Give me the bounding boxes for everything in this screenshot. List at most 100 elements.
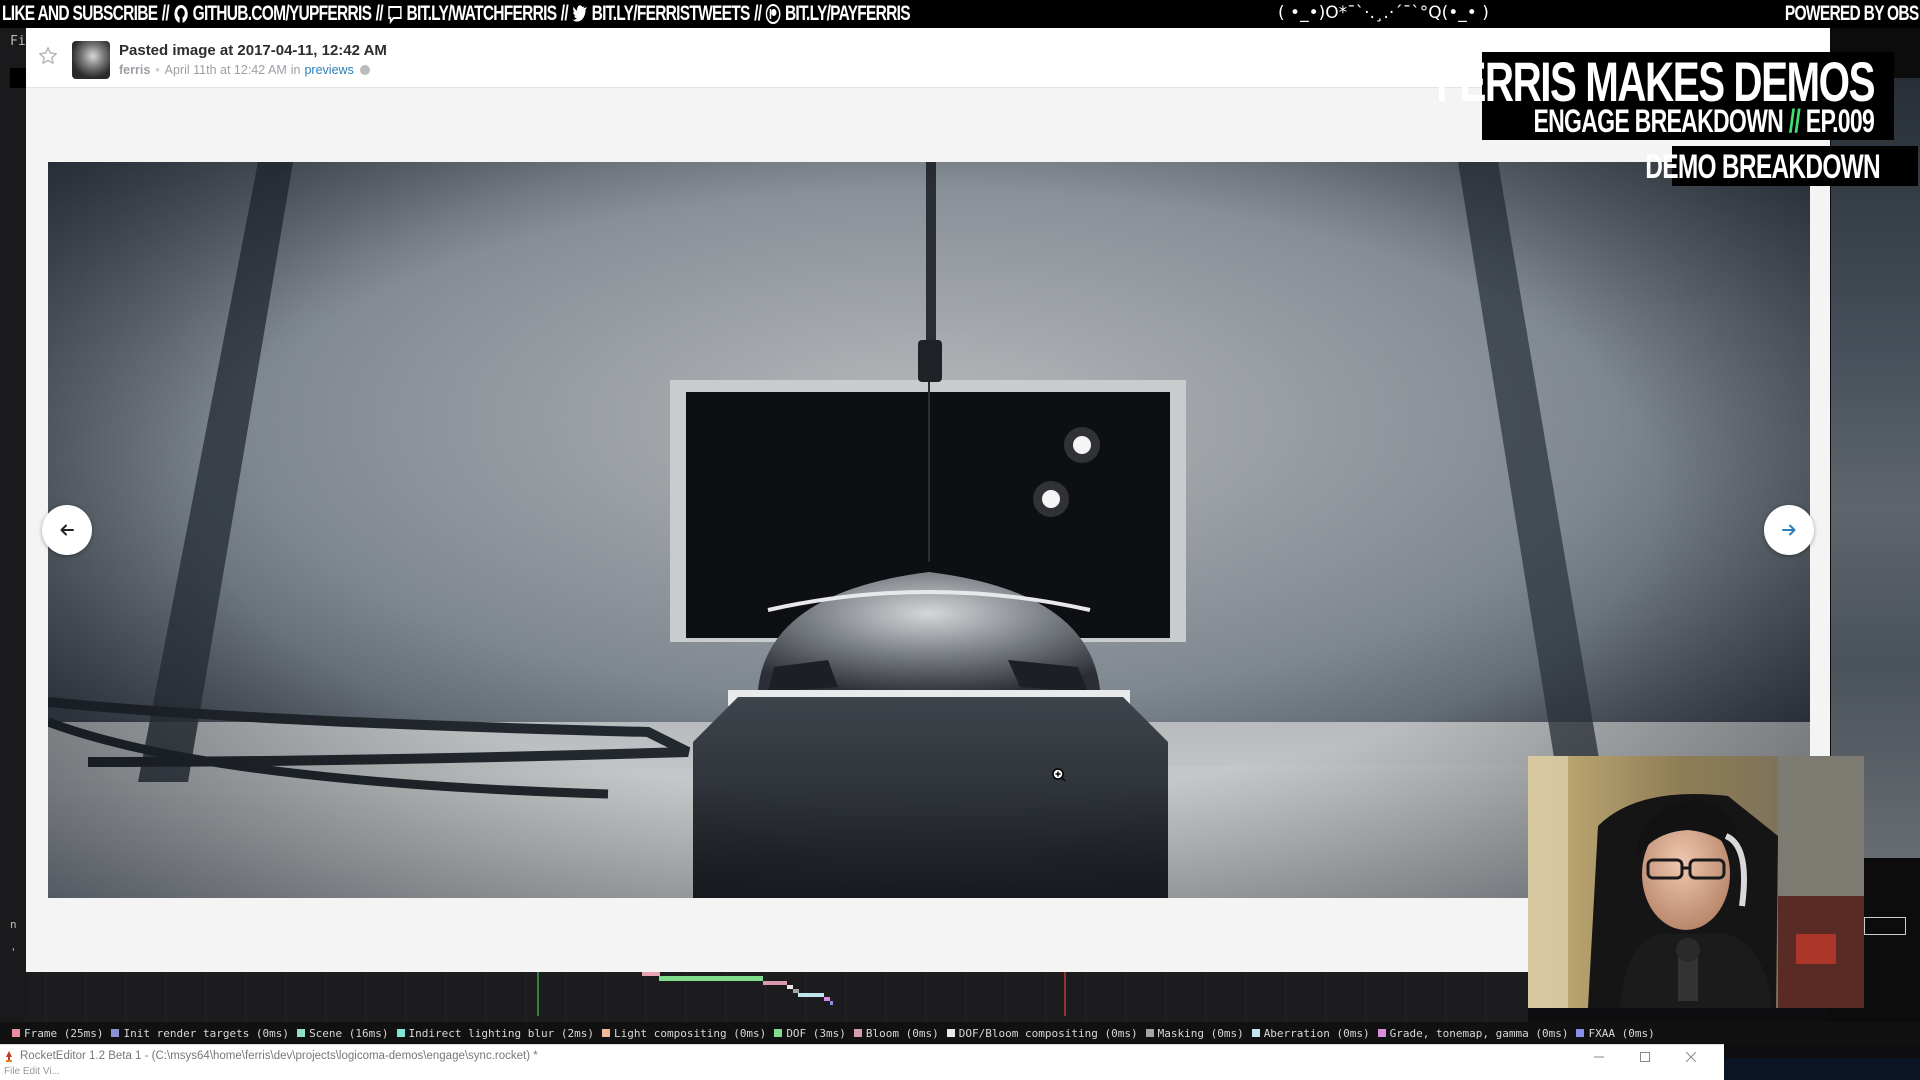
- legend-item: Aberration (0ms): [1251, 1026, 1370, 1040]
- editor-window-title: RocketEditor 1.2 Beta 1 - (C:\msys64\hom…: [20, 1050, 538, 1062]
- ticker-ascii-face: ( •_•)O*¯`·.¸.·´¯`°Q(•_• ): [1278, 3, 1489, 23]
- zoom-cursor-icon: [1052, 768, 1066, 782]
- legend-label: Grade, tonemap, gamma (0ms): [1389, 1026, 1569, 1040]
- avatar[interactable]: [72, 41, 110, 79]
- ticker-separator: //: [161, 2, 170, 25]
- webcam-image: [1528, 756, 1864, 1008]
- previous-image-button[interactable]: [42, 505, 92, 555]
- legend-item: DOF (3ms): [774, 1027, 846, 1040]
- legend-swatch: [297, 1029, 306, 1037]
- legend-swatch: [1576, 1029, 1585, 1037]
- legend-item: FXAA (0ms): [1576, 1026, 1655, 1040]
- editor-menu-fragment: Fi: [10, 34, 26, 49]
- legend-swatch: [111, 1029, 120, 1037]
- meta-dot: •: [155, 63, 160, 77]
- timeline-bar: [787, 985, 793, 989]
- file-in-word: in: [290, 63, 301, 77]
- legend-swatch: [1251, 1029, 1260, 1037]
- editor-dark-block: [10, 68, 26, 88]
- legend-swatch: [853, 1029, 862, 1037]
- minimize-icon: [1594, 1056, 1604, 1058]
- timeline-bar: [763, 981, 787, 985]
- star-icon[interactable]: [38, 46, 58, 66]
- legend-label: Init render targets (0ms): [123, 1026, 290, 1040]
- file-author[interactable]: ferris: [119, 63, 150, 77]
- legend-item: Indirect lighting blur (2ms): [396, 1026, 594, 1040]
- timeline-bar: [798, 993, 824, 997]
- twitter-icon: [572, 5, 587, 22]
- legend-label: DOF (3ms): [786, 1026, 846, 1040]
- legend-item: Scene (16ms): [297, 1026, 389, 1040]
- timeline-bar: [659, 976, 763, 981]
- timeline-gridlines: [45, 972, 1487, 1022]
- arrow-left-icon: [60, 524, 74, 536]
- episode-number: EP.009: [1805, 103, 1875, 139]
- powered-by-obs: POWERED BY OBS: [1784, 2, 1918, 25]
- legend-label: Scene (16ms): [309, 1026, 389, 1040]
- timeline-graph: [45, 972, 1487, 1022]
- editor-window-titlebar: RocketEditor 1.2 Beta 1 - (C:\msys64\hom…: [0, 1044, 1724, 1068]
- ticker-item-github: GITHUB.COM/YUPFERRIS: [192, 2, 372, 25]
- ticker-row: LIKE AND SUBSCRIBE // GITHUB.COM/YUPFERR…: [2, 2, 911, 26]
- legend-item: Init render targets (0ms): [111, 1027, 289, 1040]
- window-controls: [1576, 1047, 1714, 1067]
- close-button[interactable]: [1668, 1047, 1714, 1067]
- legend-swatch: [1377, 1029, 1386, 1037]
- webcam-feed: [1528, 756, 1864, 1008]
- legend-label: FXAA (0ms): [1588, 1026, 1655, 1040]
- github-icon: [174, 5, 188, 23]
- ticker-item-tweets: BIT.LY/FERRISTWEETS: [591, 2, 751, 25]
- stream-title-box: FERRIS MAKES DEMOS ENGAGE BREAKDOWN // E…: [1436, 52, 1894, 140]
- subtitle-separator: //: [1788, 103, 1801, 139]
- maximize-button[interactable]: [1622, 1047, 1668, 1067]
- editor-char-fragment: n: [10, 918, 17, 931]
- legend-item: Grade, tonemap, gamma (0ms): [1377, 1026, 1569, 1040]
- stream-subtitle: ENGAGE BREAKDOWN // EP.009: [1533, 104, 1874, 138]
- legend-label: Bloom (0ms): [865, 1026, 939, 1040]
- legend-swatch: [1145, 1029, 1154, 1037]
- editor-menu-items[interactable]: File Edit Vi...: [4, 1066, 60, 1077]
- file-title: Pasted image at 2017-04-11, 12:42 AM: [119, 42, 387, 59]
- timeline-bar: [824, 997, 830, 1001]
- stream-ticker-bar: LIKE AND SUBSCRIBE // GITHUB.COM/YUPFERR…: [0, 0, 1920, 28]
- ticker-separator: //: [375, 2, 384, 25]
- legend-item: DOF/Bloom compositing (0ms): [946, 1026, 1138, 1040]
- editor-right-box: [1864, 917, 1906, 935]
- ticker-separator: //: [754, 2, 762, 25]
- stream-segment-tag: DEMO BREAKDOWN: [1645, 146, 1918, 186]
- legend-item: Frame (25ms): [12, 1027, 103, 1040]
- next-image-button[interactable]: [1764, 505, 1814, 555]
- legend-label: Indirect lighting blur (2ms): [408, 1026, 594, 1040]
- chat-icon: [387, 6, 402, 24]
- legend-swatch: [601, 1029, 610, 1037]
- maximize-icon: [1640, 1052, 1650, 1062]
- timeline-bar: [642, 972, 660, 976]
- patreon-icon: [765, 4, 781, 24]
- close-icon: [1686, 1052, 1696, 1062]
- legend-swatch: [12, 1029, 20, 1037]
- subtitle-text: ENGAGE BREAKDOWN: [1533, 103, 1783, 139]
- rocket-icon: [6, 1051, 12, 1062]
- profiler-legend: Frame (25ms) Init render targets (0ms) S…: [0, 1022, 1920, 1044]
- legend-item: Masking (0ms): [1145, 1027, 1244, 1040]
- taskbar-fragment: [1724, 1058, 1920, 1080]
- editor-char-fragment: ': [10, 946, 17, 959]
- editor-left-strip: Fi n ': [0, 28, 26, 1028]
- ticker-item-pay: BIT.LY/PAYFERRIS: [784, 2, 911, 25]
- legend-label: DOF/Bloom compositing (0ms): [958, 1026, 1138, 1040]
- legend-label: Aberration (0ms): [1263, 1026, 1370, 1040]
- arrow-right-icon: [1782, 524, 1796, 536]
- segment-tag-label: DEMO BREAKDOWN: [1645, 148, 1880, 186]
- legend-item: Light compositing (0ms): [601, 1026, 767, 1040]
- info-icon[interactable]: [359, 65, 370, 75]
- ticker-separator: //: [560, 2, 569, 25]
- timeline-bar: [830, 1001, 833, 1005]
- file-channel-link[interactable]: previews: [304, 63, 353, 77]
- background-image-edge: [1831, 78, 1920, 858]
- legend-label: Light compositing (0ms): [613, 1026, 767, 1040]
- legend-swatch: [774, 1029, 783, 1037]
- ticker-item-subscribe: LIKE AND SUBSCRIBE: [2, 2, 158, 25]
- legend-label: Frame (25ms): [24, 1026, 104, 1040]
- ticker-item-watch: BIT.LY/WATCHFERRIS: [406, 2, 557, 25]
- minimize-button[interactable]: [1576, 1047, 1622, 1067]
